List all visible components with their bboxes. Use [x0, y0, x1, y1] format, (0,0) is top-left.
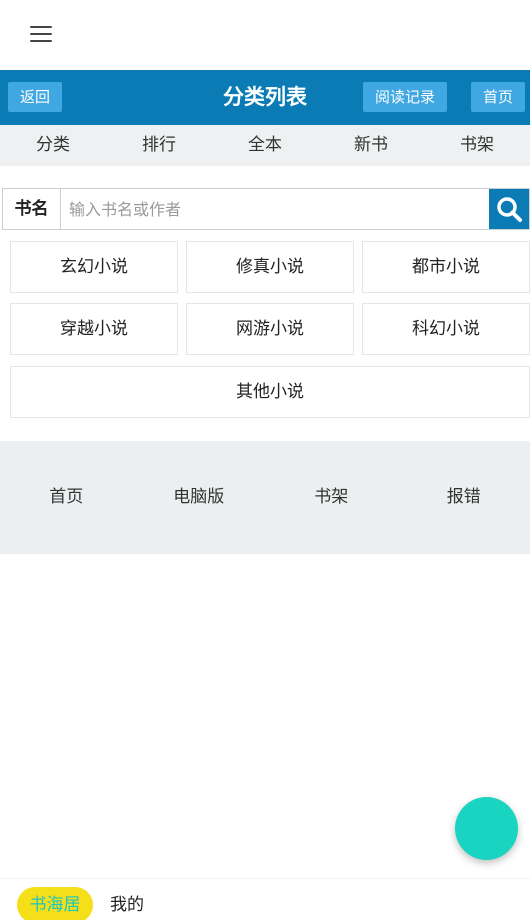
category-wangyou[interactable]: 网游小说: [186, 303, 354, 355]
home-button[interactable]: 首页: [471, 82, 525, 112]
category-dushi[interactable]: 都市小说: [362, 241, 530, 293]
category-kehuan[interactable]: 科幻小说: [362, 303, 530, 355]
header-bar: 返回 分类列表 阅读记录 首页: [0, 70, 530, 125]
floating-action-button[interactable]: [455, 797, 518, 860]
search-bar: 书名: [2, 188, 530, 230]
category-xiuzhen[interactable]: 修真小说: [186, 241, 354, 293]
footer-links: 首页 电脑版 书架 报错: [0, 441, 530, 554]
bottom-bar: 书海居 我的: [0, 878, 530, 920]
menu-icon[interactable]: [30, 26, 52, 42]
nav-item-category[interactable]: 分类: [0, 125, 106, 166]
nav-item-new[interactable]: 新书: [318, 125, 424, 166]
main-nav: 分类 排行 全本 新书 书架: [0, 125, 530, 166]
back-button[interactable]: 返回: [8, 82, 62, 112]
nav-item-ranking[interactable]: 排行: [106, 125, 212, 166]
nav-item-complete[interactable]: 全本: [212, 125, 318, 166]
category-other[interactable]: 其他小说: [10, 366, 530, 418]
page-title: 分类列表: [223, 85, 307, 109]
footer-link-home[interactable]: 首页: [0, 441, 133, 554]
category-chuanyue[interactable]: 穿越小说: [10, 303, 178, 355]
search-icon: [497, 197, 522, 222]
footer-link-desktop[interactable]: 电脑版: [133, 441, 266, 554]
category-xuanhuan[interactable]: 玄幻小说: [10, 241, 178, 293]
top-bar: [0, 0, 530, 70]
mine-tab[interactable]: 我的: [110, 887, 144, 920]
search-label: 书名: [3, 189, 61, 229]
reading-history-button[interactable]: 阅读记录: [363, 82, 447, 112]
footer-link-report-error[interactable]: 报错: [398, 441, 530, 554]
nav-item-bookshelf[interactable]: 书架: [424, 125, 530, 166]
footer-link-bookshelf[interactable]: 书架: [265, 441, 398, 554]
brand-tab[interactable]: 书海居: [17, 887, 93, 920]
search-input[interactable]: [61, 189, 489, 229]
search-button[interactable]: [489, 189, 529, 229]
